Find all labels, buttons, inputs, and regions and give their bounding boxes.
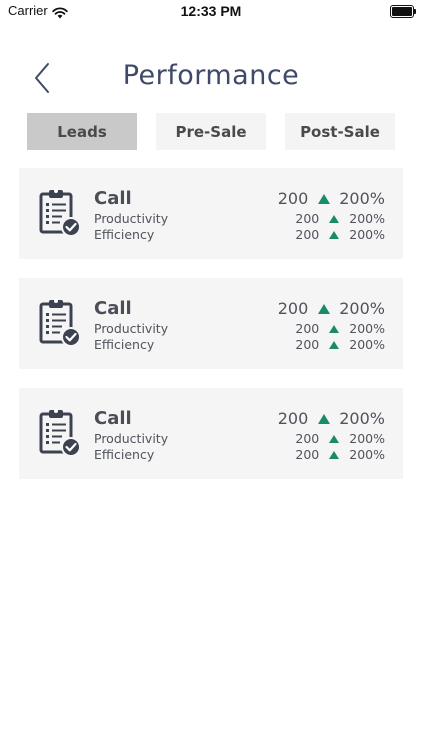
- trend-up-icon: [329, 324, 340, 333]
- efficiency-metric: 200 200%: [295, 447, 385, 462]
- trend-up-icon: [329, 340, 340, 349]
- efficiency-value: 200: [295, 447, 320, 462]
- main-metric: 200 200%: [278, 189, 385, 208]
- productivity-value: 200: [295, 321, 320, 336]
- trend-up-icon: [318, 303, 331, 314]
- main-value: 200: [277, 409, 309, 428]
- efficiency-value: 200: [295, 337, 320, 352]
- card-title: Call: [94, 408, 132, 429]
- productivity-label: Productivity: [94, 431, 169, 446]
- trend-up-icon: [329, 434, 340, 443]
- main-value: 200: [277, 189, 309, 208]
- productivity-metric: 200 200%: [295, 321, 385, 336]
- productivity-percent: 200%: [349, 431, 385, 446]
- productivity-label: Productivity: [94, 321, 169, 336]
- productivity-label: Productivity: [94, 211, 169, 226]
- main-metric: 200 200%: [278, 299, 385, 318]
- efficiency-percent: 200%: [349, 227, 385, 242]
- main-value: 200: [277, 299, 309, 318]
- efficiency-percent: 200%: [349, 337, 385, 352]
- efficiency-label: Efficiency: [94, 447, 155, 462]
- clipboard-check-icon: [39, 188, 83, 238]
- performance-card[interactable]: Call Productivity Efficiency 200 200% 20…: [19, 168, 403, 259]
- performance-card[interactable]: Call Productivity Efficiency 200 200% 20…: [19, 388, 403, 479]
- tab-pre-sale[interactable]: Pre-Sale: [156, 113, 266, 150]
- tab-post-sale[interactable]: Post-Sale: [285, 113, 395, 150]
- efficiency-value: 200: [295, 227, 320, 242]
- performance-card[interactable]: Call Productivity Efficiency 200 200% 20…: [19, 278, 403, 369]
- card-title: Call: [94, 188, 132, 209]
- card-title: Call: [94, 298, 132, 319]
- trend-up-icon: [318, 413, 331, 424]
- battery-icon: [390, 5, 416, 18]
- efficiency-metric: 200 200%: [295, 227, 385, 242]
- productivity-percent: 200%: [349, 211, 385, 226]
- segment-tabs: Leads Pre-Sale Post-Sale: [27, 113, 395, 150]
- trend-up-icon: [329, 230, 340, 239]
- clipboard-check-icon: [39, 298, 83, 348]
- page-title: Performance: [122, 60, 300, 91]
- trend-up-icon: [329, 214, 340, 223]
- status-bar: Carrier 12:33 PM: [0, 0, 422, 24]
- main-percent: 200%: [339, 409, 385, 428]
- clock: 12:33 PM: [180, 3, 242, 19]
- productivity-percent: 200%: [349, 321, 385, 336]
- productivity-metric: 200 200%: [295, 211, 385, 226]
- efficiency-label: Efficiency: [94, 227, 155, 242]
- trend-up-icon: [318, 193, 331, 204]
- tab-leads[interactable]: Leads: [27, 113, 137, 150]
- main-percent: 200%: [339, 299, 385, 318]
- efficiency-percent: 200%: [349, 447, 385, 462]
- trend-up-icon: [329, 450, 340, 459]
- productivity-metric: 200 200%: [295, 431, 385, 446]
- efficiency-label: Efficiency: [94, 337, 155, 352]
- main-metric: 200 200%: [278, 409, 385, 428]
- productivity-value: 200: [295, 211, 320, 226]
- efficiency-metric: 200 200%: [295, 337, 385, 352]
- main-percent: 200%: [339, 189, 385, 208]
- clipboard-check-icon: [39, 408, 83, 458]
- productivity-value: 200: [295, 431, 320, 446]
